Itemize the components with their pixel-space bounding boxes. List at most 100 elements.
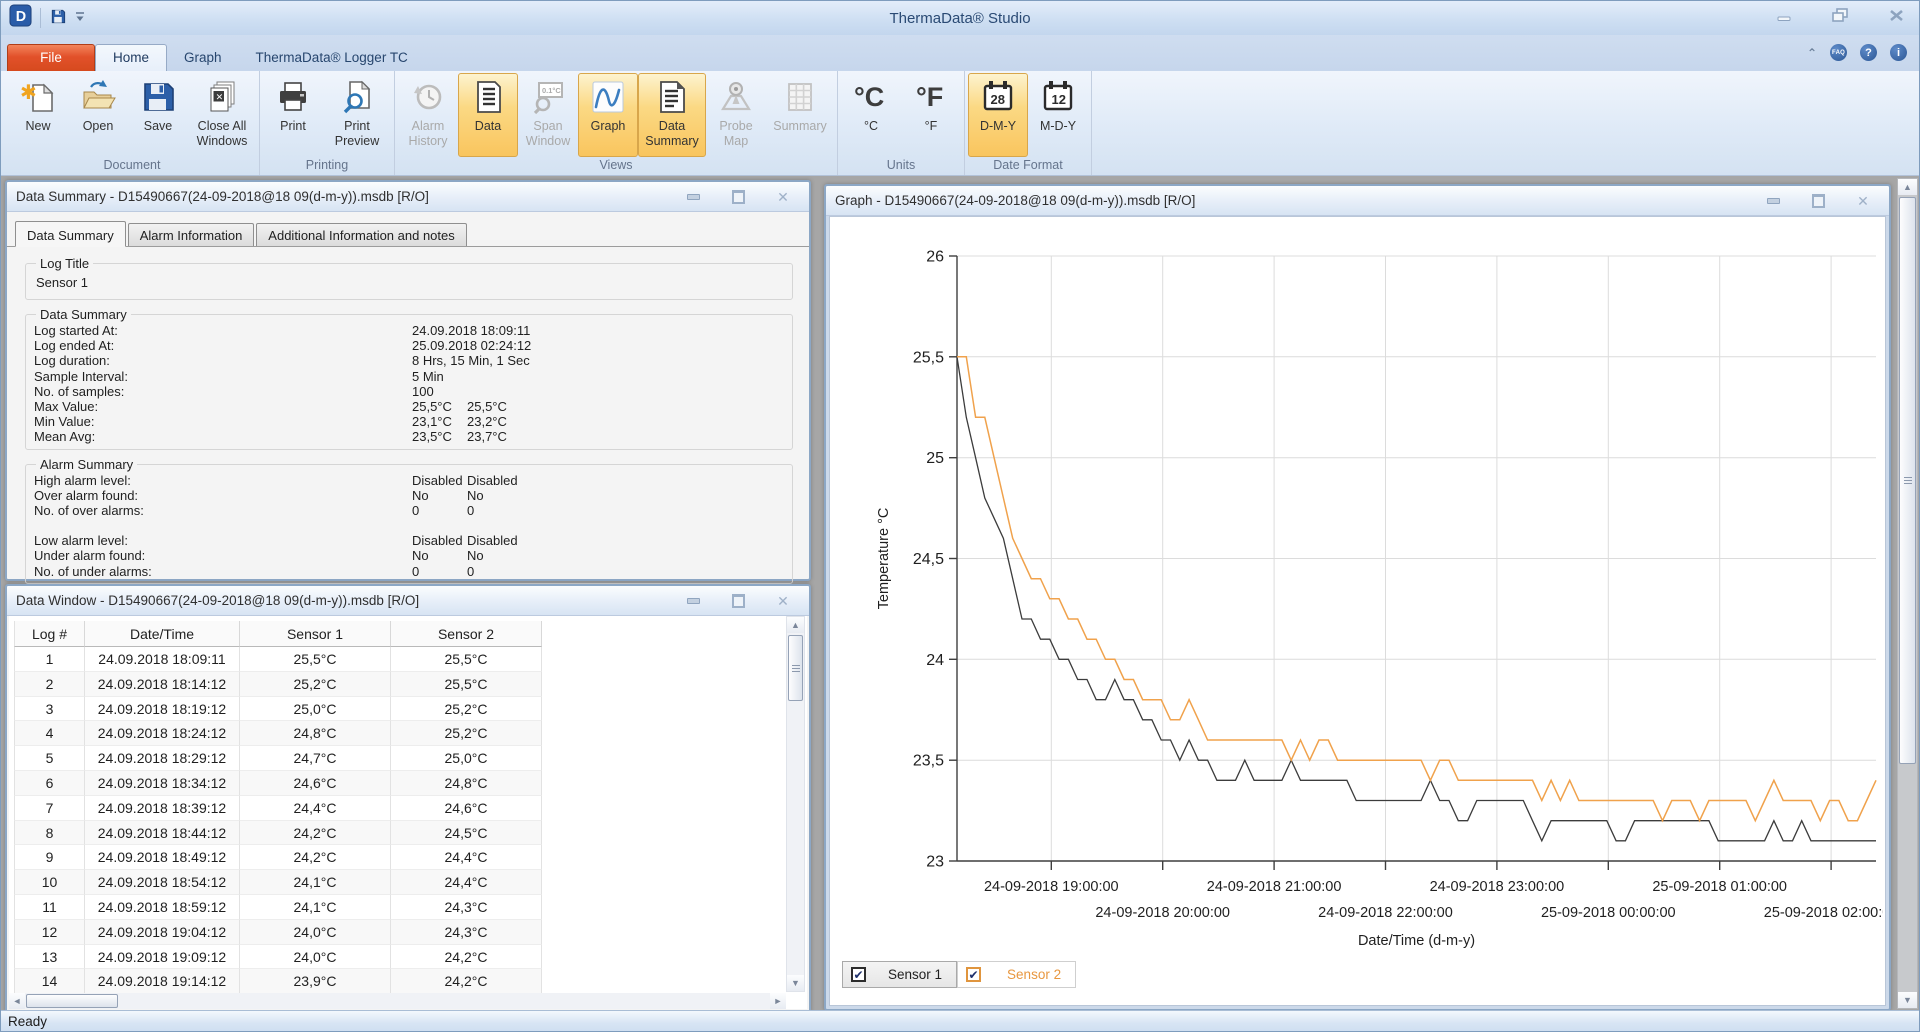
child-restore-icon[interactable] xyxy=(729,190,747,204)
child-restore-icon[interactable] xyxy=(1809,194,1827,208)
summary-row-value-1: No xyxy=(412,488,429,503)
ribbon-button-open[interactable]: Open xyxy=(68,73,128,157)
temperature-chart: 2625,52524,52423,52324-09-2018 19:00:002… xyxy=(830,217,1883,958)
table-cell: 24.09.2018 18:34:12 xyxy=(85,771,240,796)
tab-thermadata-logger-tc[interactable]: ThermaData® Logger TC xyxy=(239,45,425,71)
data-summary-fieldset: Data Summary Log started At:24.09.2018 1… xyxy=(25,307,793,450)
ribbon-button-close-all-windows[interactable]: ✕Close All Windows xyxy=(188,73,256,157)
help-icon[interactable]: ? xyxy=(1860,44,1877,61)
scroll-up-icon[interactable]: ▲ xyxy=(1898,179,1917,195)
faq-icon[interactable]: FAQ xyxy=(1830,44,1847,61)
alarm-history-icon xyxy=(409,78,447,116)
table-cell: 3 xyxy=(14,697,85,722)
table-row[interactable]: 624.09.2018 18:34:1224,6°C24,8°C xyxy=(14,771,542,796)
graph-icon xyxy=(589,78,627,116)
ribbon-button-m-d-y[interactable]: 12M-D-Y xyxy=(1028,73,1088,157)
scrollbar-thumb[interactable] xyxy=(788,635,803,701)
ribbon-button-span-window: 0.1°CSpan Window xyxy=(518,73,578,157)
ribbon-button-f[interactable]: °F°F xyxy=(901,73,961,157)
ribbon-button-data[interactable]: Data xyxy=(458,73,518,157)
table-header-cell[interactable]: Log # xyxy=(14,621,85,647)
tab-alarm-information[interactable]: Alarm Information xyxy=(128,223,255,246)
table-row[interactable]: 1224.09.2018 19:04:1224,0°C24,3°C xyxy=(14,920,542,945)
ribbon-button-print[interactable]: Print xyxy=(263,73,323,157)
legend-item-sensor-1[interactable]: ✔Sensor 1 xyxy=(842,961,957,988)
application-window: ThermaData® Studio D File Home Graph The… xyxy=(0,0,1920,1032)
summary-row-label: No. of under alarms: xyxy=(34,564,152,579)
scrollbar-thumb[interactable] xyxy=(26,994,118,1008)
legend-checkbox-sensor-2[interactable]: ✔ xyxy=(966,967,981,982)
table-cell: 25,2°C xyxy=(391,697,542,722)
scrollbar-thumb[interactable] xyxy=(1899,197,1916,764)
data-icon xyxy=(469,78,507,116)
table-row[interactable]: 524.09.2018 18:29:1224,7°C25,0°C xyxy=(14,746,542,771)
ribbon-button-label: Span Window xyxy=(521,119,575,149)
scroll-down-icon[interactable]: ▼ xyxy=(1898,992,1917,1008)
data-window-horizontal-scrollbar[interactable]: ◄ ► xyxy=(9,993,786,1009)
scroll-right-icon[interactable]: ► xyxy=(770,993,786,1009)
close-icon[interactable] xyxy=(1883,6,1909,24)
tab-additional-information[interactable]: Additional Information and notes xyxy=(256,223,466,246)
legend-item-sensor-2[interactable]: ✔Sensor 2 xyxy=(957,961,1076,988)
table-row[interactable]: 924.09.2018 18:49:1224,2°C24,4°C xyxy=(14,845,542,870)
table-cell: 24,8°C xyxy=(391,771,542,796)
summary-row-label: Sample Interval: xyxy=(34,369,128,384)
table-cell: 25,5°C xyxy=(391,672,542,697)
table-row[interactable]: 724.09.2018 18:39:1224,4°C24,6°C xyxy=(14,796,542,821)
scroll-down-icon[interactable]: ▼ xyxy=(787,975,804,991)
alarm-summary-legend: Alarm Summary xyxy=(36,457,137,472)
scroll-left-icon[interactable]: ◄ xyxy=(9,993,25,1009)
ribbon-button-label: Save xyxy=(144,119,173,134)
data-window-vertical-scrollbar[interactable]: ▲ ▼ xyxy=(786,616,805,992)
legend-checkbox-sensor-1[interactable]: ✔ xyxy=(851,967,866,982)
child-close-icon[interactable]: ✕ xyxy=(774,190,792,204)
child-restore-icon[interactable] xyxy=(729,594,747,608)
ribbon-button-save[interactable]: Save xyxy=(128,73,188,157)
table-row[interactable]: 1024.09.2018 18:54:1224,1°C24,4°C xyxy=(14,870,542,895)
table-row[interactable]: 824.09.2018 18:44:1224,2°C24,5°C xyxy=(14,821,542,846)
tab-home[interactable]: Home xyxy=(95,44,167,71)
data-summary-window-titlebar[interactable]: Data Summary - D15490667(24-09-2018@18 0… xyxy=(7,182,809,212)
table-header-cell[interactable]: Sensor 1 xyxy=(240,621,391,647)
child-minimize-icon[interactable] xyxy=(684,594,702,608)
table-header-cell[interactable]: Date/Time xyxy=(85,621,240,647)
graph-window-titlebar[interactable]: Graph - D15490667(24-09-2018@18 09(d-m-y… xyxy=(826,186,1889,216)
ribbon-button-c[interactable]: °C°C xyxy=(841,73,901,157)
table-row[interactable]: 324.09.2018 18:19:1225,0°C25,2°C xyxy=(14,697,542,722)
tab-file[interactable]: File xyxy=(7,44,95,71)
table-cell: 5 xyxy=(14,746,85,771)
collapse-ribbon-icon[interactable]: ⌃ xyxy=(1807,46,1817,60)
table-row[interactable]: 224.09.2018 18:14:1225,2°C25,5°C xyxy=(14,672,542,697)
summary-row-value-2: No xyxy=(467,488,484,503)
ribbon-button-data-summary[interactable]: Data Summary xyxy=(638,73,706,157)
ribbon-group-views: Alarm HistoryData0.1°CSpan WindowGraphDa… xyxy=(395,71,838,175)
child-minimize-icon[interactable] xyxy=(1764,194,1782,208)
status-bar: Ready xyxy=(1,1010,1919,1031)
workspace-vertical-scrollbar[interactable]: ▲ ▼ xyxy=(1897,178,1918,1009)
scroll-up-icon[interactable]: ▲ xyxy=(787,617,804,633)
ribbon-button-new[interactable]: ✱New xyxy=(8,73,68,157)
data-window-titlebar[interactable]: Data Window - D15490667(24-09-2018@18 09… xyxy=(7,586,809,616)
child-close-icon[interactable]: ✕ xyxy=(774,594,792,608)
child-close-icon[interactable]: ✕ xyxy=(1854,194,1872,208)
child-minimize-icon[interactable] xyxy=(684,190,702,204)
tab-data-summary[interactable]: Data Summary xyxy=(15,221,126,247)
table-header-cell[interactable]: Sensor 2 xyxy=(391,621,542,647)
tab-graph[interactable]: Graph xyxy=(167,45,239,71)
info-icon[interactable]: i xyxy=(1890,44,1907,61)
minimize-icon[interactable] xyxy=(1771,6,1797,24)
summary-row: Over alarm found:NoNo xyxy=(34,488,784,503)
table-row[interactable]: 1424.09.2018 19:14:1223,9°C24,2°C xyxy=(14,969,542,994)
table-row[interactable]: 424.09.2018 18:24:1224,8°C25,2°C xyxy=(14,721,542,746)
window-title: Graph - D15490667(24-09-2018@18 09(d-m-y… xyxy=(835,193,1195,208)
svg-text:°C: °C xyxy=(854,82,884,112)
ribbon-button-graph[interactable]: Graph xyxy=(578,73,638,157)
ribbon-button-print-preview[interactable]: Print Preview xyxy=(323,73,391,157)
ribbon-button-d-m-y[interactable]: 28D-M-Y xyxy=(968,73,1028,157)
restore-icon[interactable] xyxy=(1827,6,1853,24)
table-row[interactable]: 1124.09.2018 18:59:1224,1°C24,3°C xyxy=(14,895,542,920)
summary-row-value-2: 0 xyxy=(467,564,474,579)
table-row[interactable]: 124.09.2018 18:09:1125,5°C25,5°C xyxy=(14,647,542,672)
table-cell: 23,9°C xyxy=(240,969,391,994)
table-row[interactable]: 1324.09.2018 19:09:1224,0°C24,2°C xyxy=(14,945,542,970)
